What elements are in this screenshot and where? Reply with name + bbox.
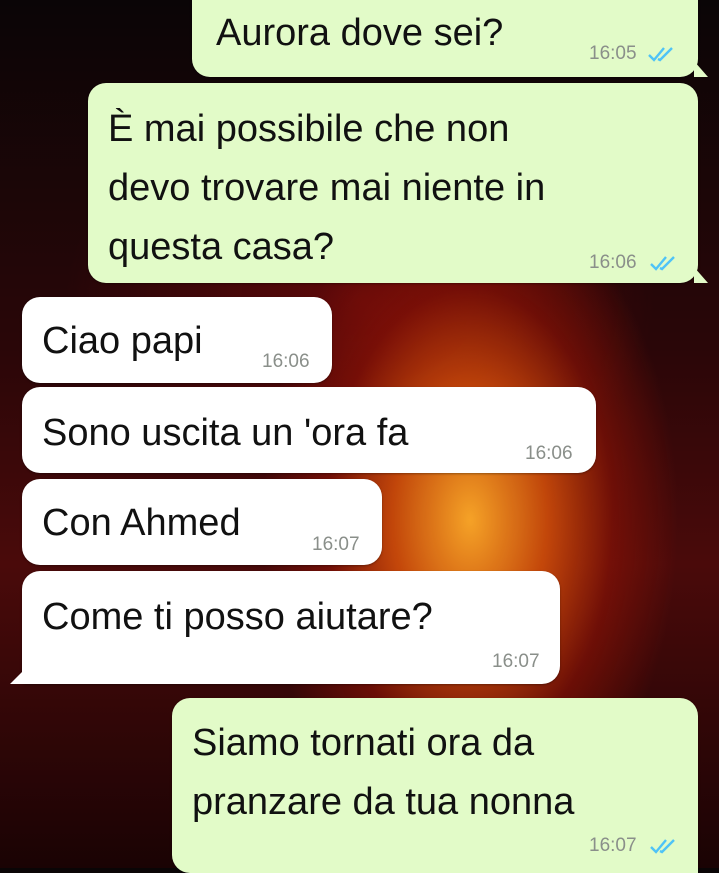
message-text: Sono uscita un 'ora fa bbox=[42, 412, 409, 454]
message-text-line: devo trovare mai niente in bbox=[108, 167, 546, 209]
message-text: Con Ahmed bbox=[42, 502, 241, 544]
message-text-line: pranzare da tua nonna bbox=[192, 781, 575, 823]
message-incoming[interactable]: Ciao papi 16:06 bbox=[22, 297, 332, 383]
double-check-icon bbox=[649, 837, 679, 855]
message-time: 16:07 bbox=[492, 651, 540, 672]
double-check-icon bbox=[649, 254, 679, 272]
bubble-tail bbox=[694, 267, 708, 283]
message-text-line: questa casa? bbox=[108, 226, 335, 268]
chat-area: Aurora dove sei? 16:05 È mai possibile c… bbox=[0, 0, 719, 873]
message-text-line: Siamo tornati ora da bbox=[192, 722, 535, 764]
message-incoming[interactable]: Con Ahmed 16:07 bbox=[22, 479, 382, 565]
message-time: 16:05 bbox=[589, 43, 637, 64]
message-text-line: È mai possibile che non bbox=[108, 108, 510, 150]
message-incoming[interactable]: Sono uscita un 'ora fa 16:06 bbox=[22, 387, 596, 473]
bubble-tail bbox=[694, 61, 708, 77]
message-outgoing[interactable]: Siamo tornati ora da pranzare da tua non… bbox=[172, 698, 698, 873]
message-outgoing[interactable]: È mai possibile che non devo trovare mai… bbox=[88, 83, 708, 283]
message-time: 16:06 bbox=[262, 351, 310, 372]
message-text: Aurora dove sei? bbox=[216, 12, 504, 54]
double-check-icon bbox=[647, 45, 677, 63]
message-time: 16:06 bbox=[589, 252, 637, 273]
message-incoming[interactable]: Come ti posso aiutare? 16:07 bbox=[10, 571, 560, 684]
message-time: 16:06 bbox=[525, 443, 573, 464]
message-time: 16:07 bbox=[312, 534, 360, 555]
message-text: Come ti posso aiutare? bbox=[42, 596, 433, 638]
bubble-tail bbox=[10, 668, 26, 684]
message-outgoing[interactable]: Aurora dove sei? 16:05 bbox=[192, 0, 708, 77]
message-text: Ciao papi bbox=[42, 320, 203, 362]
message-time: 16:07 bbox=[589, 835, 637, 856]
